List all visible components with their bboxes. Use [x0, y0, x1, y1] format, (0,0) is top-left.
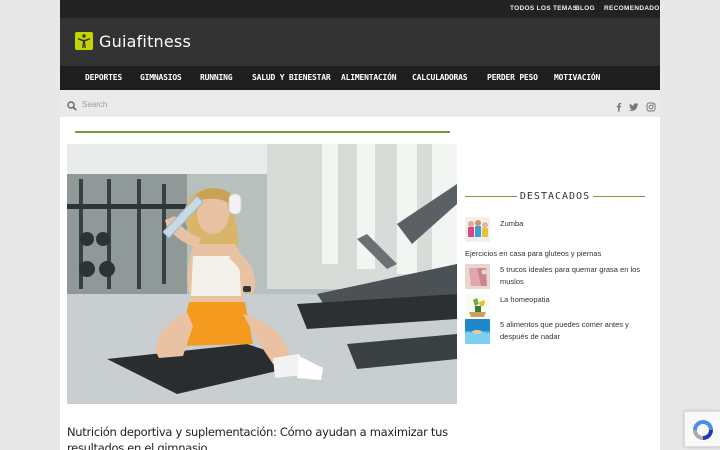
recaptcha-badge[interactable]: [684, 411, 720, 447]
nav-item-motivacion[interactable]: MOTIVACIÓN: [554, 73, 600, 82]
featured-thumbnail-zumba[interactable]: [465, 217, 490, 242]
instagram-icon[interactable]: [646, 99, 656, 112]
post-title[interactable]: Nutrición deportiva y suplementación: Có…: [67, 424, 457, 450]
topbar-link-recomendados[interactable]: RECOMENDADOS: [604, 5, 664, 12]
topbar-link-todos-los-temas[interactable]: TODOS LOS TEMAS: [510, 5, 577, 12]
search-input[interactable]: [82, 96, 282, 112]
nav-item-perder-peso[interactable]: PERDER PESO: [487, 73, 538, 82]
main-nav: DEPORTES GIMNASIOS RUNNING SALUD Y BIENE…: [60, 66, 660, 90]
sidebar-heading: DESTACADOS: [465, 189, 645, 205]
recaptcha-icon: [693, 420, 713, 440]
featured-image[interactable]: [67, 144, 457, 404]
facebook-icon[interactable]: [614, 99, 624, 112]
nav-item-deportes[interactable]: DEPORTES: [85, 73, 122, 82]
logo-icon[interactable]: [75, 32, 93, 50]
page-wrapper: TODOS LOS TEMAS BLOG RECOMENDADOS Guiafi…: [60, 0, 664, 450]
featured-thumbnail-nadar[interactable]: [465, 319, 490, 344]
featured-item-title[interactable]: Ejercicios en casa para gluteos y pierna…: [465, 248, 601, 260]
featured-item-title[interactable]: La homeopatia: [500, 294, 550, 306]
search-bar: [60, 90, 660, 117]
nav-item-running[interactable]: RUNNING: [200, 73, 233, 82]
site-header: Guiafitness: [60, 18, 660, 66]
topbar-link-blog[interactable]: BLOG: [575, 5, 595, 12]
nav-item-calculadoras[interactable]: CALCULADORAS: [412, 73, 468, 82]
twitter-icon[interactable]: [629, 99, 639, 111]
nav-item-alimentacion[interactable]: ALIMENTACIÓN: [341, 73, 397, 82]
logo-text[interactable]: Guiafitness: [99, 32, 191, 51]
heading-line-right: [593, 196, 645, 197]
featured-thumbnail-homeopatia[interactable]: [465, 294, 490, 319]
featured-thumbnail-muslos[interactable]: [465, 264, 490, 289]
top-bar: TODOS LOS TEMAS BLOG RECOMENDADOS: [60, 0, 664, 18]
nav-item-salud-y-bienestar[interactable]: SALUD Y BIENESTAR: [252, 73, 331, 82]
content-divider: [75, 131, 450, 133]
search-icon[interactable]: [67, 98, 77, 116]
nav-item-gimnasios[interactable]: GIMNASIOS: [140, 73, 182, 82]
featured-item-title[interactable]: Zumba: [500, 218, 523, 230]
featured-item-title[interactable]: 5 trucos ideales para quemar grasa en lo…: [500, 264, 650, 288]
featured-item-title[interactable]: 5 alimentos que puedes comer antes y des…: [500, 319, 650, 343]
